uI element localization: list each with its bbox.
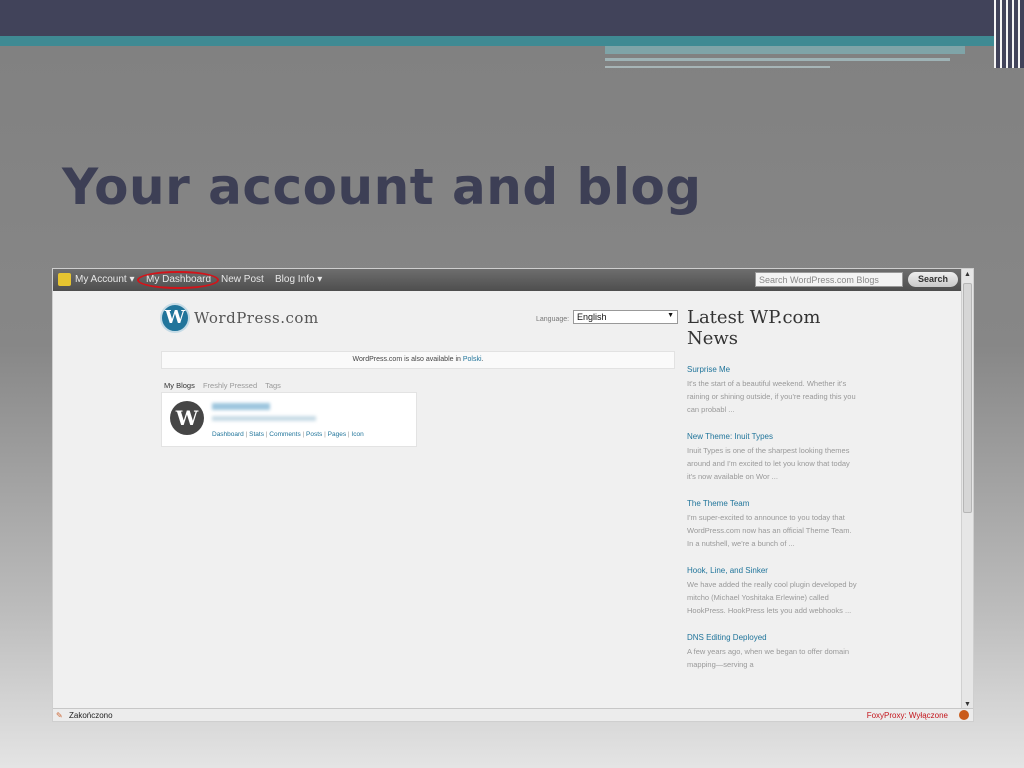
slide-title: Your account and blog: [62, 158, 702, 216]
slide-accent-line: [605, 46, 965, 54]
blog-link-icon[interactable]: Icon: [351, 431, 363, 438]
language-select[interactable]: English ▼: [573, 310, 678, 324]
polski-link[interactable]: Polski: [463, 356, 482, 363]
highlight-circle: [137, 271, 219, 289]
language-label: Language:: [536, 316, 570, 323]
wordpress-logo-icon[interactable]: W: [160, 303, 190, 333]
admin-bar: My Account ▾ My Dashboard New Post Blog …: [53, 269, 973, 291]
blurred-blog-title: [212, 403, 270, 410]
news-item: DNS Editing Deployed A few years ago, wh…: [687, 633, 857, 671]
blog-link-pages[interactable]: Pages: [328, 431, 346, 438]
language-selected-value: English: [577, 312, 607, 322]
blog-info-menu[interactable]: Blog Info ▾: [275, 274, 322, 285]
news-item-title[interactable]: Surprise Me: [687, 365, 857, 374]
news-item-title[interactable]: New Theme: Inuit Types: [687, 432, 857, 441]
blog-card: W Dashboard | Stats | Comments | Posts |…: [161, 392, 417, 447]
news-item-excerpt: It's the start of a beautiful weekend. W…: [687, 379, 856, 414]
site-name[interactable]: WordPress.com: [194, 309, 319, 327]
blog-link-posts[interactable]: Posts: [306, 431, 322, 438]
page-status-icon: ✎: [56, 711, 63, 720]
my-account-menu[interactable]: My Account ▾: [75, 274, 135, 285]
news-item: Hook, Line, and Sinker We have added the…: [687, 566, 857, 617]
scroll-down-icon[interactable]: ▼: [964, 701, 971, 708]
browser-screenshot: My Account ▾ My Dashboard New Post Blog …: [52, 268, 974, 722]
news-item-excerpt: I'm super-excited to announce to you tod…: [687, 513, 852, 548]
news-item: Surprise Me It's the start of a beautifu…: [687, 365, 857, 416]
blog-action-links: Dashboard | Stats | Comments | Posts | P…: [212, 431, 364, 438]
blog-link-comments[interactable]: Comments: [269, 431, 300, 438]
news-item: New Theme: Inuit Types Inuit Types is on…: [687, 432, 857, 483]
dropdown-arrow-icon: ▼: [667, 312, 674, 319]
slide-accent-line: [605, 66, 830, 68]
news-item-excerpt: A few years ago, when we began to offer …: [687, 647, 850, 669]
tab-my-blogs[interactable]: My Blogs: [164, 381, 195, 390]
news-panel: Latest WP.com News Surprise Me It's the …: [687, 307, 857, 671]
new-post-link[interactable]: New Post: [221, 274, 264, 285]
notice-text: WordPress.com is also available in: [352, 356, 463, 363]
browser-status-bar: ✎ Zakończono FoxyProxy: Wyłączone: [53, 708, 973, 721]
tab-tags[interactable]: Tags: [265, 381, 281, 390]
news-item: The Theme Team I'm super-excited to anno…: [687, 499, 857, 550]
blog-tabs: My Blogs Freshly Pressed Tags: [164, 381, 287, 390]
scroll-thumb[interactable]: [963, 283, 972, 513]
news-item-title[interactable]: Hook, Line, and Sinker: [687, 566, 857, 575]
language-notice: WordPress.com is also available in Polsk…: [161, 351, 675, 369]
blog-link-stats[interactable]: Stats: [249, 431, 264, 438]
news-item-excerpt: Inuit Types is one of the sharpest looki…: [687, 446, 850, 481]
notice-suffix: .: [481, 356, 484, 363]
wordpress-logo-icon[interactable]: [58, 273, 71, 286]
scroll-up-icon[interactable]: ▲: [964, 271, 971, 278]
blurred-blog-url: [212, 416, 316, 421]
search-input[interactable]: Search WordPress.com Blogs: [755, 272, 903, 287]
foxyproxy-status[interactable]: FoxyProxy: Wyłączone: [867, 711, 948, 720]
status-text: Zakończono: [69, 711, 113, 720]
tab-freshly-pressed[interactable]: Freshly Pressed: [203, 381, 257, 390]
news-heading: Latest WP.com News: [687, 307, 821, 349]
search-button[interactable]: Search: [908, 272, 958, 287]
slide-accent-band: [0, 36, 1024, 46]
slide-header-band: [0, 0, 1024, 36]
news-item-excerpt: We have added the really cool plugin dev…: [687, 580, 857, 615]
news-item-title[interactable]: DNS Editing Deployed: [687, 633, 857, 642]
foxyproxy-icon[interactable]: [959, 710, 969, 720]
vertical-scrollbar[interactable]: ▲ ▼: [961, 269, 973, 710]
blog-link-dashboard[interactable]: Dashboard: [212, 431, 244, 438]
slide-accent-line: [605, 58, 950, 61]
blog-avatar-icon[interactable]: W: [170, 401, 204, 435]
slide-stripes-decoration: [994, 0, 1024, 68]
news-item-title[interactable]: The Theme Team: [687, 499, 857, 508]
